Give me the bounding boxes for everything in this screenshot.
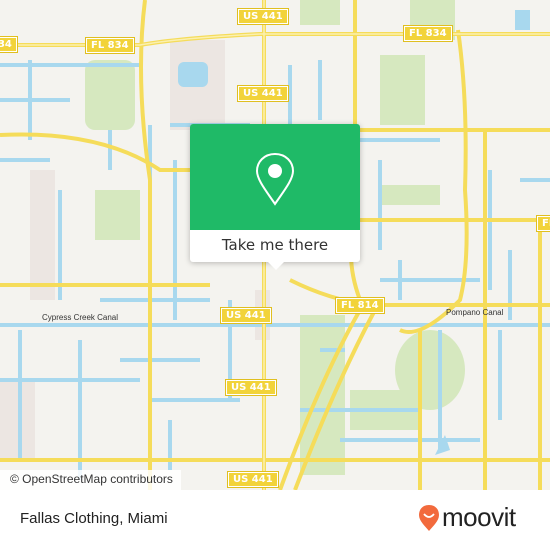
highway-shield: FL <box>535 215 550 232</box>
highway-shield: 834 <box>0 36 18 53</box>
highway-shield: FL 834 <box>85 37 135 54</box>
brand-name: moovit <box>442 502 516 532</box>
footer: Fallas Clothing, Miami moovit <box>0 490 550 550</box>
place-title: Fallas Clothing, Miami <box>20 510 168 527</box>
canals <box>0 60 550 480</box>
water-label: Pompano Canal <box>446 308 504 317</box>
location-popup: Take me there <box>190 124 360 270</box>
highway-shield: US 441 <box>237 8 289 25</box>
highway-shield: US 441 <box>225 379 277 396</box>
highway-shield: US 441 <box>220 307 272 324</box>
map-attribution[interactable]: © OpenStreetMap contributors <box>0 470 181 490</box>
highway-shield: FL 814 <box>335 297 385 314</box>
popup-header <box>190 124 360 230</box>
map-view[interactable]: US 441 US 441 US 441 US 441 US 441 FL 83… <box>0 0 550 490</box>
highway-shield: US 441 <box>237 85 289 102</box>
moovit-logo[interactable]: moovit <box>418 502 516 533</box>
popup-pointer <box>268 262 284 270</box>
highway-shield: FL 834 <box>403 25 453 42</box>
water-label: Cypress Creek Canal <box>42 313 119 322</box>
map-pin-icon <box>255 152 295 206</box>
take-me-there-button[interactable]: Take me there <box>190 230 360 262</box>
highway-shield: US 441 <box>227 471 279 488</box>
moovit-pin-icon <box>419 504 439 531</box>
